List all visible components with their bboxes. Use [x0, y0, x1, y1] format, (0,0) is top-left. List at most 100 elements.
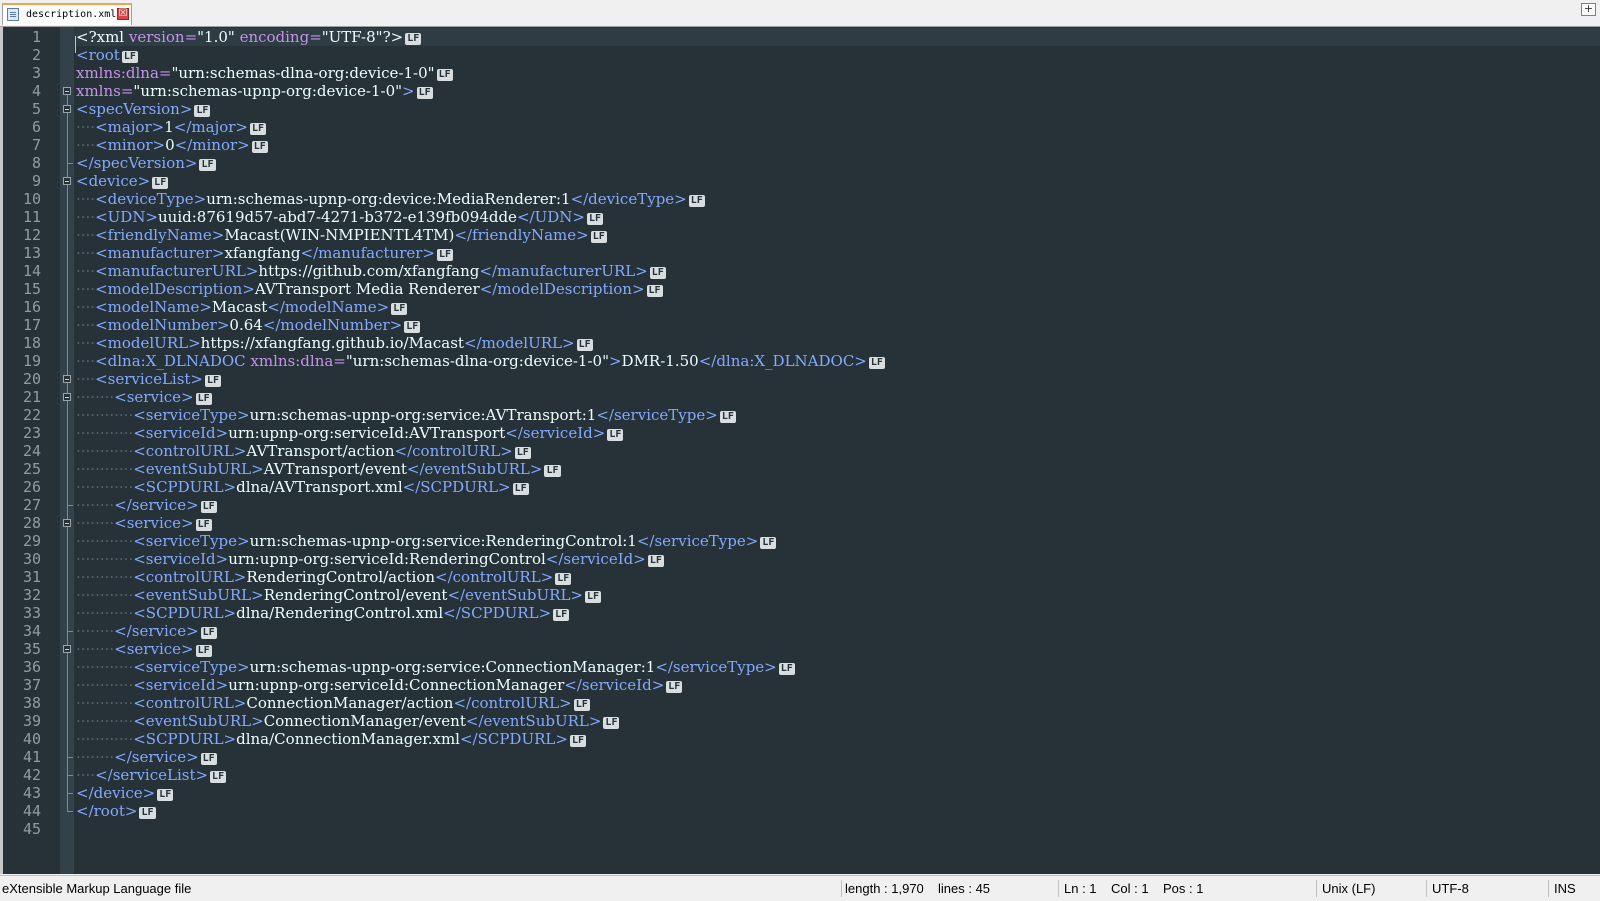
eol-marker: LF	[195, 519, 212, 531]
whitespace-marker: ····	[76, 370, 96, 388]
code-line[interactable]: ············<eventSubURL>ConnectionManag…	[76, 712, 620, 730]
code-line[interactable]: ············<eventSubURL>AVTransport/eve…	[76, 460, 561, 478]
tab-description-xml[interactable]: description.xml ☒	[2, 3, 132, 25]
code-line[interactable]: </specVersion> LF	[76, 154, 216, 172]
code-token: </modelURL>	[463, 334, 575, 352]
restore-window-button[interactable]: +	[1581, 3, 1596, 16]
code-line[interactable]: ············<controlURL>AVTransport/acti…	[76, 442, 531, 460]
code-line[interactable]: ····<serviceList> LF	[76, 370, 222, 388]
code-line[interactable]: </device> LF	[76, 784, 174, 802]
code-token: </controlURL>	[394, 442, 513, 460]
code-line[interactable]: ············<serviceId>urn:upnp-org:serv…	[76, 550, 664, 568]
code-line[interactable]: xmlns:dlna="urn:schemas-dlna-org:device-…	[76, 64, 453, 82]
fold-toggle-icon[interactable]	[63, 645, 71, 653]
fold-toggle-icon[interactable]	[63, 87, 71, 95]
code-line[interactable]: <device> LF	[76, 172, 169, 190]
code-line[interactable]: ····<friendlyName>Macast(WIN-NMPIENTL4TM…	[76, 226, 607, 244]
code-line[interactable]: ············<eventSubURL>RenderingContro…	[76, 586, 602, 604]
code-line[interactable]: ············<controlURL>RenderingControl…	[76, 568, 572, 586]
code-token: version=	[128, 28, 198, 46]
code-line[interactable]: ········<service> LF	[76, 388, 212, 406]
code-line[interactable]: ····<manufacturer>xfangfang</manufacture…	[76, 244, 454, 262]
eol-marker: LF	[404, 321, 421, 333]
code-line[interactable]: ············<serviceType>urn:schemas-upn…	[76, 658, 795, 676]
line-number: 19	[22, 352, 41, 370]
line-number: 40	[22, 730, 41, 748]
fold-toggle-icon[interactable]	[63, 519, 71, 527]
eol-marker: LF	[391, 303, 408, 315]
code-line[interactable]: ····<modelURL>https://xfangfang.github.i…	[76, 334, 593, 352]
code-line[interactable]: xmlns="urn:schemas-upnp-org:device-1-0">…	[76, 82, 433, 100]
code-token: </serviceId>	[564, 676, 665, 694]
line-number-gutter: 1 2 3 4 5 6 7 8 9 10 11 12 13 14 15 16 17 18 19 20 21 22 23 24 2…	[3, 27, 60, 874]
code-token: <SCPDURL>	[133, 478, 237, 496]
line-number: 26	[22, 478, 41, 496]
whitespace-marker: ············	[76, 604, 134, 622]
eol-marker: LF	[205, 375, 222, 387]
code-line[interactable]: <root LF	[76, 46, 138, 64]
close-tab-icon[interactable]: ☒	[117, 8, 129, 20]
code-line[interactable]: <?xml version="1.0" encoding="UTF-8"?> LF	[74, 28, 1600, 46]
fold-end-marker	[67, 163, 73, 164]
code-area[interactable]: <?xml version="1.0" encoding="UTF-8"?> LF…	[74, 27, 1600, 874]
eol-marker: LF	[416, 87, 433, 99]
code-line[interactable]: ············<serviceType>urn:schemas-upn…	[76, 532, 777, 550]
line-number: 16	[22, 298, 41, 316]
code-line[interactable]: ········</service> LF	[76, 622, 217, 640]
encoding-indicator[interactable]: UTF-8	[1432, 881, 1469, 896]
code-line[interactable]: <specVersion> LF	[76, 100, 211, 118]
code-line[interactable]: ····<UDN>uuid:87619d57-abd7-4271-b372-e1…	[76, 208, 603, 226]
eol-marker: LF	[121, 51, 138, 63]
eol-marker: LF	[649, 267, 666, 279]
status-divider	[1058, 880, 1059, 897]
code-line[interactable]: ····<minor>0</minor> LF	[76, 136, 268, 154]
code-editor[interactable]: 1 2 3 4 5 6 7 8 9 10 11 12 13 14 15 16 17 18 19 20 21 22 23 24 2…	[0, 27, 1600, 874]
code-line[interactable]: ············<serviceId>urn:upnp-org:serv…	[76, 424, 624, 442]
eol-marker: LF	[405, 33, 422, 45]
fold-toggle-icon[interactable]	[63, 393, 71, 401]
code-token: RenderingControl/action	[246, 568, 436, 586]
code-token: <serviceId>	[133, 550, 229, 568]
code-token: </modelName>	[267, 298, 390, 316]
whitespace-marker: ············	[76, 712, 134, 730]
code-token: "1.0"	[197, 28, 240, 46]
code-line[interactable]: ············<serviceId>urn:upnp-org:serv…	[76, 676, 683, 694]
code-line[interactable]: ····<dlna:X_DLNADOC xmlns:dlna="urn:sche…	[76, 352, 885, 370]
whitespace-marker: ············	[76, 586, 134, 604]
code-line[interactable]: ············<SCPDURL>dlna/RenderingContr…	[76, 604, 570, 622]
code-line[interactable]: ············<serviceType>urn:schemas-upn…	[76, 406, 736, 424]
code-line[interactable]: ············<SCPDURL>dlna/ConnectionMana…	[76, 730, 586, 748]
insert-mode-indicator[interactable]: INS	[1554, 881, 1576, 896]
code-token: urn:upnp-org:serviceId:AVTransport	[228, 424, 506, 442]
code-line[interactable]: </root> LF	[76, 802, 156, 820]
code-line[interactable]: ····<modelNumber>0.64</modelNumber> LF	[76, 316, 421, 334]
fold-guide-line	[67, 95, 68, 811]
eol-marker: LF	[514, 447, 531, 459]
code-line[interactable]: ····<modelName>Macast</modelName> LF	[76, 298, 408, 316]
code-token: <modelNumber>	[95, 316, 230, 334]
fold-toggle-icon[interactable]	[63, 375, 71, 383]
whitespace-marker: ····	[76, 262, 96, 280]
code-line[interactable]: ····<major>1</major> LF	[76, 118, 267, 136]
code-token: </modelDescription>	[479, 280, 645, 298]
code-line[interactable]: ····<deviceType>urn:schemas-upnp-org:dev…	[76, 190, 705, 208]
eol-marker: LF	[251, 141, 268, 153]
fold-toggle-icon[interactable]	[63, 177, 71, 185]
line-number: 22	[22, 406, 41, 424]
code-line[interactable]: ········</service> LF	[76, 748, 217, 766]
fold-toggle-icon[interactable]	[63, 105, 71, 113]
code-line[interactable]: ········<service> LF	[76, 514, 212, 532]
code-line[interactable]: ········</service> LF	[76, 496, 217, 514]
whitespace-marker: ············	[76, 550, 134, 568]
code-line[interactable]: ············<controlURL>ConnectionManage…	[76, 694, 590, 712]
code-line[interactable]: ····<manufacturerURL>https://github.com/…	[76, 262, 666, 280]
code-token: </dlna:X_DLNADOC>	[698, 352, 867, 370]
line-number: 12	[22, 226, 41, 244]
code-line[interactable]: ····</serviceList> LF	[76, 766, 227, 784]
code-line[interactable]: ············<SCPDURL>dlna/AVTransport.xm…	[76, 478, 529, 496]
fold-margin[interactable]	[60, 27, 74, 874]
code-token: <eventSubURL>	[133, 460, 264, 478]
code-line[interactable]: ····<modelDescription>AVTransport Media …	[76, 280, 663, 298]
eol-format-indicator[interactable]: Unix (LF)	[1322, 881, 1375, 896]
code-line[interactable]: ········<service> LF	[76, 640, 212, 658]
